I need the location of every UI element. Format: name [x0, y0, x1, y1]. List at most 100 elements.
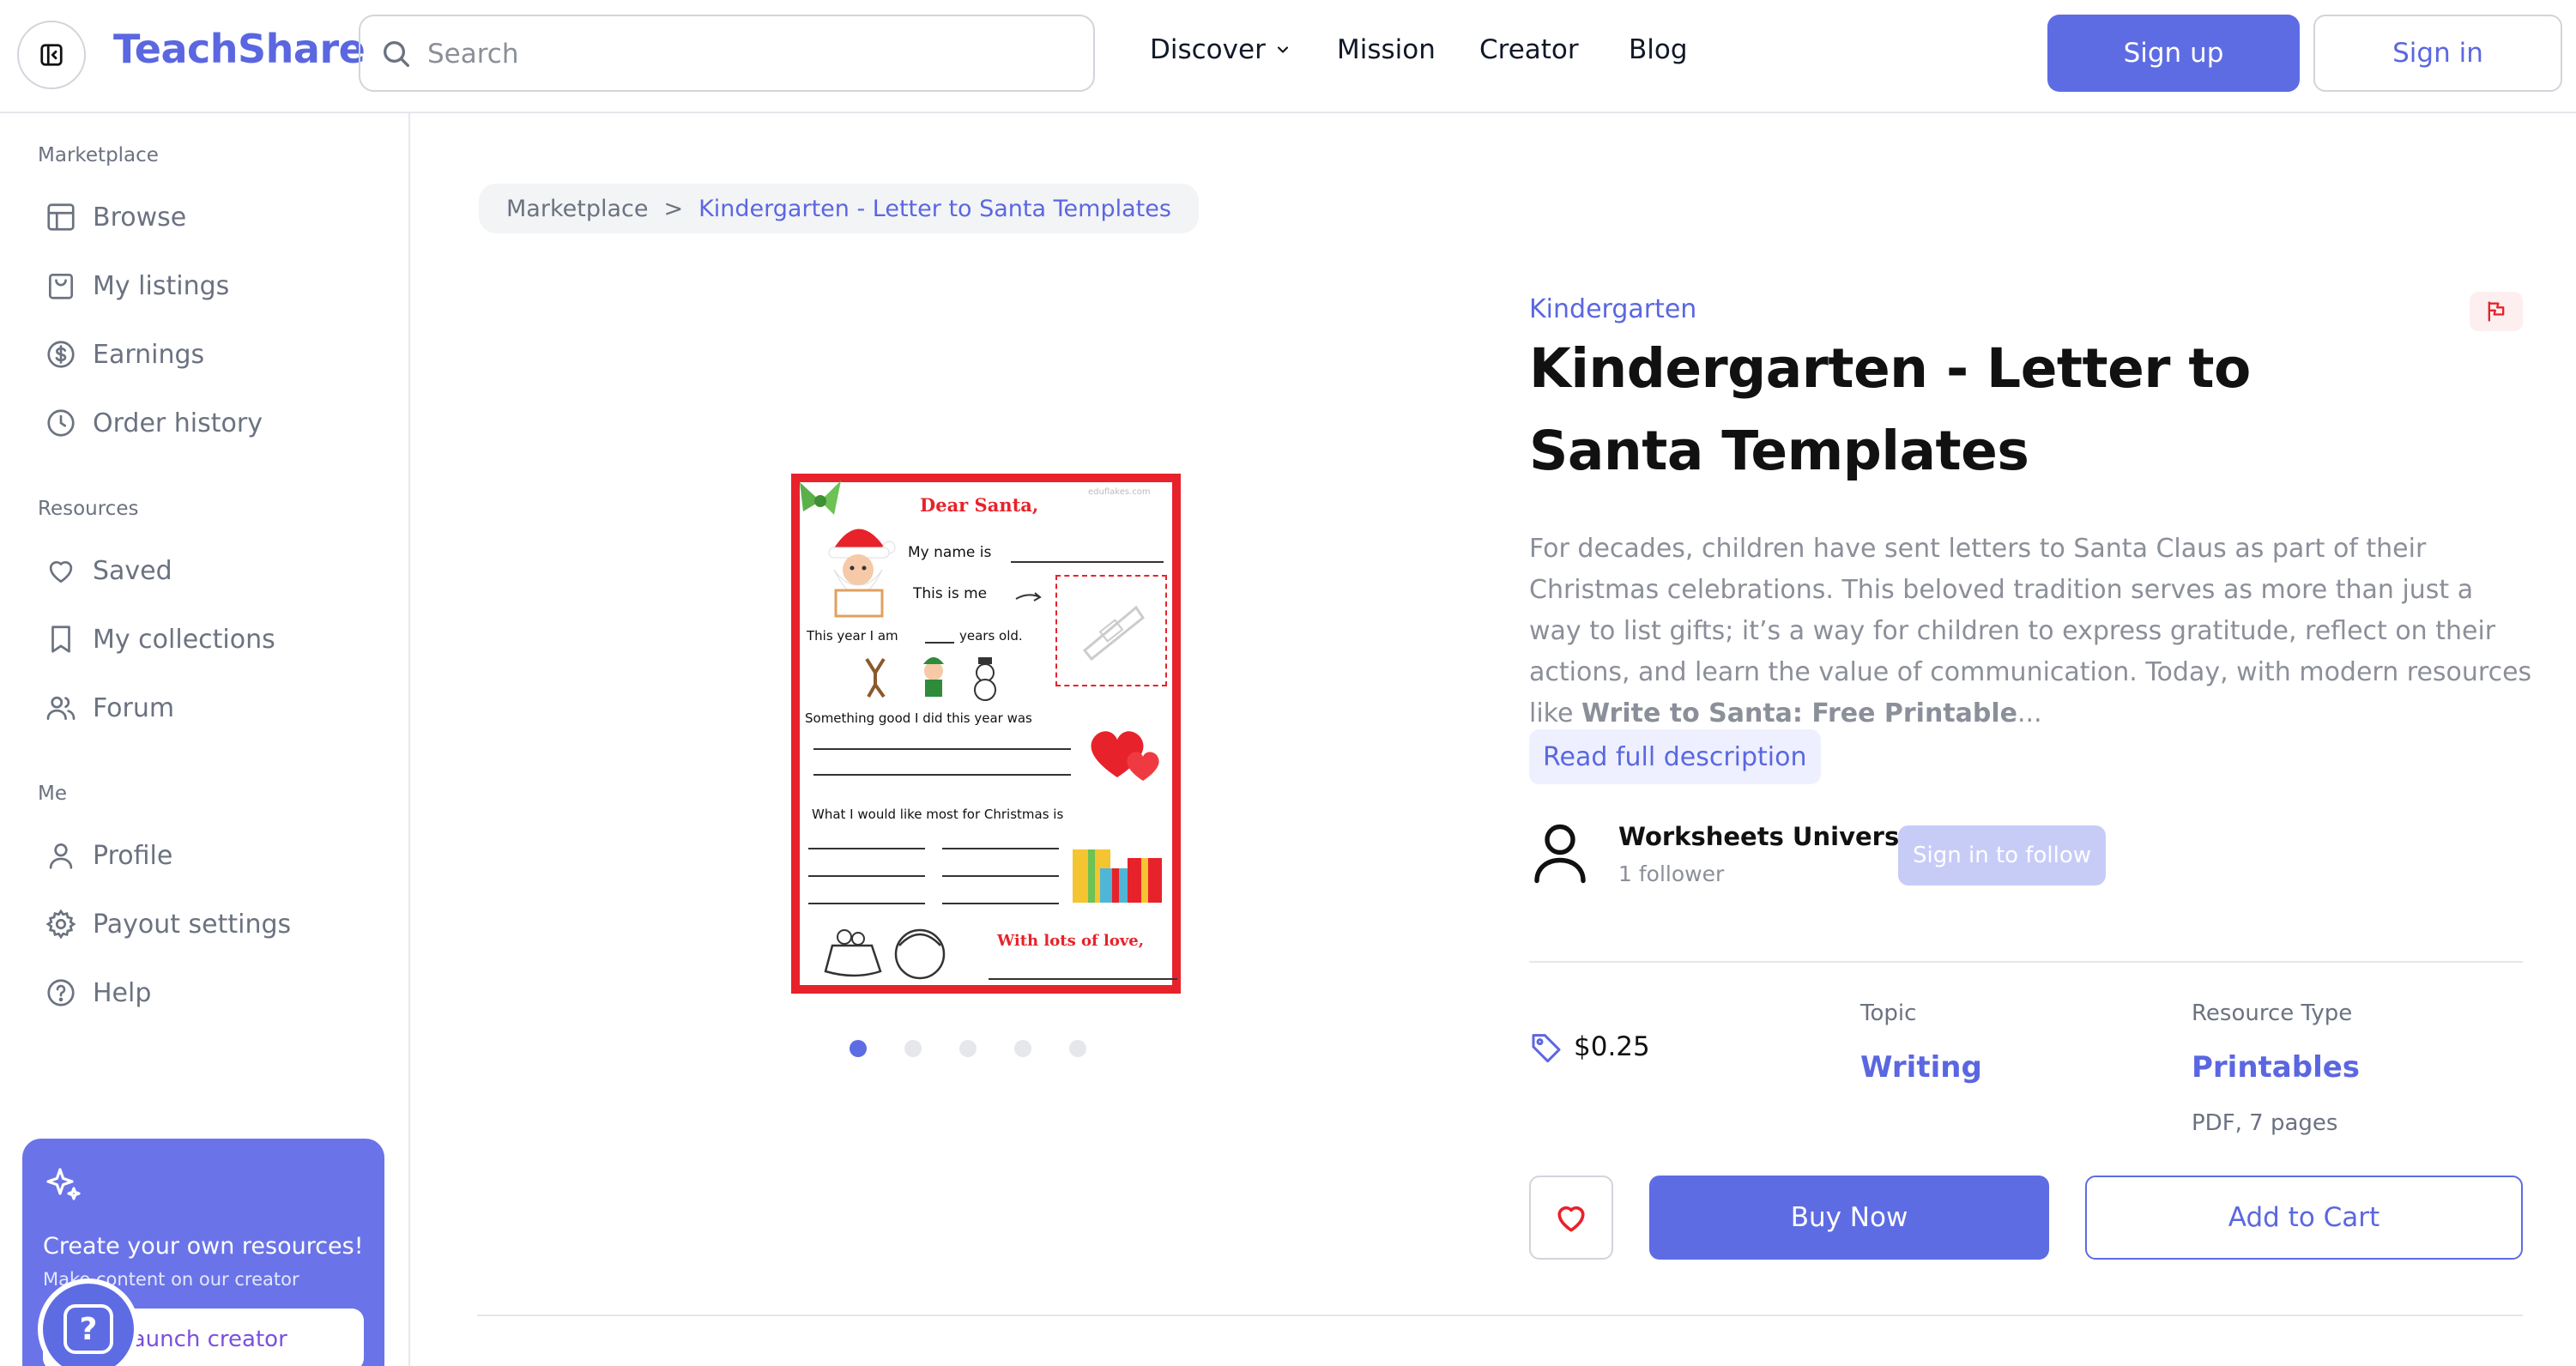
sidebar-item-order-history[interactable]: Order history: [45, 397, 263, 449]
carousel-dot[interactable]: [1014, 1040, 1031, 1057]
image-placeholder-icon: [1082, 605, 1146, 662]
santa-illustration: [828, 529, 896, 618]
divider: [477, 1315, 2523, 1316]
product-preview-image[interactable]: eduflakes.com Dear Santa, My name is Thi…: [791, 474, 1181, 994]
users-icon: [46, 696, 76, 721]
sleigh-santa-illustration: [824, 928, 946, 980]
heart-icon: [49, 560, 73, 583]
top-header: TeachShare Discover Mission Creator Blog…: [0, 0, 2576, 113]
nav-creator[interactable]: Creator: [1479, 34, 1579, 65]
grade-link[interactable]: Kindergarten: [1529, 294, 1696, 324]
resource-type-label: Resource Type: [2192, 1000, 2353, 1026]
resource-type-value[interactable]: Printables: [2192, 1050, 2360, 1085]
dollar-icon: [47, 341, 75, 368]
characters-illustration: [865, 657, 996, 701]
heart-icon: [1557, 1206, 1585, 1232]
sign-in-button[interactable]: Sign in: [2313, 15, 2562, 92]
sidebar-item-label: Browse: [93, 202, 187, 233]
sidebar-section-me: Me: [38, 783, 67, 805]
carousel-dot[interactable]: [904, 1040, 922, 1057]
gifts-illustration: [1073, 849, 1162, 903]
price: $0.25: [1529, 1030, 1650, 1064]
follow-button[interactable]: Sign in to follow: [1898, 825, 2106, 885]
author-followers: 1 follower: [1618, 861, 1725, 886]
add-to-cart-button[interactable]: Add to Cart: [2085, 1176, 2523, 1260]
sidebar-item-my-collections[interactable]: My collections: [45, 613, 275, 665]
author-name[interactable]: Worksheets Universe: [1618, 822, 1916, 851]
gear-icon: [45, 909, 76, 940]
sidebar-item-label: My listings: [93, 270, 230, 301]
sign-up-button[interactable]: Sign up: [2047, 15, 2300, 92]
worksheet-greeting: Dear Santa,: [920, 494, 1039, 516]
promo-title: Create your own resources!: [43, 1233, 364, 1260]
report-button[interactable]: [2470, 292, 2523, 331]
browse-icon: [47, 203, 75, 231]
sidebar-toggle-button[interactable]: [17, 21, 86, 89]
sidebar-item-earnings[interactable]: Earnings: [45, 329, 204, 380]
logo[interactable]: TeachShare: [113, 26, 366, 72]
divider: [1529, 961, 2523, 963]
topic-label: Topic: [1860, 1000, 1917, 1026]
sidebar-item-help[interactable]: Help: [45, 967, 151, 1018]
nav-blog[interactable]: Blog: [1629, 34, 1688, 65]
sidebar-section-marketplace: Marketplace: [38, 144, 159, 166]
worksheet-watermark: eduflakes.com: [1088, 487, 1151, 497]
sidebar-section-resources: Resources: [38, 498, 139, 520]
resource-format: PDF, 7 pages: [2192, 1110, 2338, 1136]
sidebar-item-label: Forum: [93, 692, 175, 723]
sidebar-item-forum[interactable]: Forum: [45, 682, 174, 734]
user-icon: [49, 843, 73, 869]
search-box[interactable]: [359, 15, 1095, 92]
sidebar-item-label: Saved: [93, 555, 172, 586]
breadcrumb-current[interactable]: Kindergarten - Letter to Santa Templates: [698, 196, 1171, 222]
clock-icon: [47, 409, 75, 437]
sidebar-item-profile[interactable]: Profile: [45, 830, 172, 881]
sidebar-item-label: My collections: [93, 624, 275, 655]
carousel-dot[interactable]: [959, 1040, 977, 1057]
breadcrumb-root[interactable]: Marketplace: [506, 196, 648, 222]
worksheet-name-line: My name is: [908, 544, 992, 561]
sidebar: Marketplace Browse My listings Earnings …: [0, 113, 410, 1366]
carousel-dot[interactable]: [850, 1040, 867, 1057]
worksheet-closing: With lots of love,: [997, 932, 1144, 950]
carousel-dot[interactable]: [1069, 1040, 1086, 1057]
sidebar-item-label: Earnings: [93, 339, 205, 370]
search-input[interactable]: [427, 32, 1062, 76]
sidebar-item-payout-settings[interactable]: Payout settings: [45, 898, 291, 950]
sidebar-collapse-icon: [40, 44, 63, 66]
favorite-button[interactable]: [1529, 1176, 1613, 1260]
bag-icon: [48, 273, 74, 299]
sparkle-icon: [46, 1168, 81, 1200]
description-ellipsis: ...: [2017, 698, 2042, 728]
worksheet-age-suffix: years old.: [959, 628, 1023, 644]
sidebar-item-label: Help: [93, 977, 152, 1008]
search-icon: [384, 41, 409, 68]
nav-discover-label: Discover: [1150, 34, 1266, 65]
author-avatar-icon[interactable]: [1529, 819, 1591, 884]
sidebar-item-label: Order history: [93, 408, 263, 438]
nav-mission[interactable]: Mission: [1337, 34, 1436, 65]
product-title: Kindergarten - Letter to Santa Templates: [1529, 337, 2251, 482]
worksheet-good-thing: Something good I did this year was: [805, 710, 1032, 726]
flag-icon: [2488, 301, 2505, 322]
nav-discover[interactable]: Discover: [1150, 34, 1291, 65]
chevron-down-icon: [1277, 46, 1288, 53]
bookmark-icon: [51, 626, 70, 653]
price-tag-icon: [1532, 1034, 1561, 1063]
read-full-description-button[interactable]: Read full description: [1529, 729, 1821, 784]
carousel-dots: [850, 1040, 1086, 1057]
photo-frame: [1055, 575, 1167, 686]
sidebar-item-label: Payout settings: [93, 909, 292, 940]
sidebar-item-saved[interactable]: Saved: [45, 545, 172, 596]
topic-value[interactable]: Writing: [1860, 1050, 1982, 1085]
sidebar-item-my-listings[interactable]: My listings: [45, 260, 229, 311]
sidebar-item-browse[interactable]: Browse: [45, 191, 186, 243]
worksheet-thumbnail: eduflakes.com Dear Santa, My name is Thi…: [800, 481, 1177, 985]
product-description: For decades, children have sent letters …: [1529, 529, 2533, 734]
worksheet-age-prefix: This year I am: [807, 628, 898, 644]
sidebar-item-label: Profile: [93, 840, 173, 871]
buy-now-button[interactable]: Buy Now: [1649, 1176, 2049, 1260]
worksheet-wish: What I would like most for Christmas is: [812, 807, 1064, 822]
worksheet-this-is-me: This is me: [913, 585, 988, 602]
question-icon: [47, 979, 75, 1006]
